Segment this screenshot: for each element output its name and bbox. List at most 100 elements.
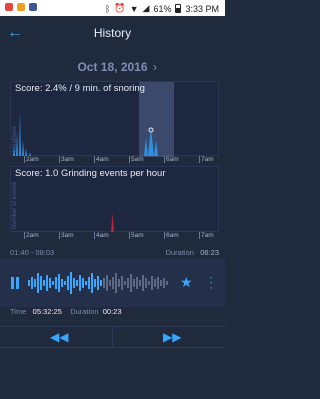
- wifi-icon: ▼: [129, 3, 139, 14]
- waveform-bar: [85, 281, 87, 285]
- waveform-bar: [151, 276, 153, 290]
- waveform-bar: [118, 279, 120, 287]
- tick: [164, 156, 165, 163]
- waveform-bar: [115, 273, 117, 293]
- waveform-bar: [154, 279, 156, 287]
- waveform-bar: [100, 280, 102, 286]
- waveform-bar: [91, 273, 93, 293]
- waveform-bar: [130, 274, 132, 292]
- waveform-bar: [49, 278, 51, 288]
- waveform-bar: [157, 277, 159, 289]
- waveform-bar: [55, 277, 57, 289]
- waveform-bar: [94, 279, 96, 287]
- waveform-bar: [148, 281, 150, 285]
- waveform-bar: [136, 277, 138, 289]
- waveform-bar: [133, 279, 135, 287]
- waveform-bar: [43, 280, 45, 286]
- next-button[interactable]: ▶▶: [113, 327, 225, 348]
- star-icon[interactable]: ★: [180, 274, 193, 291]
- tick: [129, 232, 130, 239]
- grinding-time-axis: 2am 3am 4am 5am 6am 7am: [10, 232, 219, 242]
- waveform-bar: [64, 281, 66, 285]
- tick-label: 2am: [26, 232, 39, 239]
- waveform-bar: [160, 280, 162, 286]
- selected-date[interactable]: Oct 18, 2016: [0, 60, 225, 74]
- tick-label: 6am: [166, 232, 179, 239]
- duration-value: 06:23: [200, 248, 219, 257]
- app-bar: ← History: [0, 16, 225, 50]
- snoring-chart[interactable]: Score: 2.4% / 9 min. of snoring Loudness: [10, 81, 219, 157]
- tick: [199, 232, 200, 239]
- tick-label: 5am: [131, 156, 144, 163]
- tick: [164, 232, 165, 239]
- status-bar: ᛒ ⏰ ▼ ◢ 61% 3:33 PM: [0, 0, 225, 16]
- tick: [59, 232, 60, 239]
- more-vert-icon[interactable]: · · ·: [208, 271, 214, 293]
- date-selector: Oct 18, 2016 ›: [0, 55, 225, 79]
- waveform-bar: [67, 276, 69, 290]
- waveform-bar: [34, 279, 36, 287]
- snoring-peak: [22, 140, 24, 156]
- bluetooth-icon: ᛒ: [104, 3, 111, 14]
- clip-duration-label: Duration: [70, 307, 99, 316]
- battery-icon: [175, 4, 182, 13]
- waveform-bar: [139, 280, 141, 286]
- waveform-bar: [76, 280, 78, 286]
- waveform-bar: [112, 277, 114, 289]
- waveform-bar: [163, 278, 165, 288]
- tick-label: 3am: [61, 232, 74, 239]
- tick-label: 7am: [201, 232, 214, 239]
- time-value: 05:32:25: [32, 307, 62, 316]
- tick: [129, 156, 130, 163]
- navigation-buttons: ◀◀ ▶▶: [0, 326, 225, 348]
- snoring-time-axis: 2am 3am 4am 5am 6am 7am: [10, 156, 219, 166]
- grinding-chart[interactable]: Score: 1.0 Grinding events per hour Numb…: [10, 166, 219, 232]
- tick: [199, 156, 200, 163]
- time-range: 01:40 - 08:03: [10, 248, 55, 257]
- tick-label: 4am: [96, 232, 109, 239]
- tick-label: 6am: [166, 156, 179, 163]
- app-icon-1: [5, 3, 13, 11]
- waveform-bar: [88, 277, 90, 289]
- waveform-bar: [46, 275, 48, 291]
- tick: [94, 232, 95, 239]
- fast-forward-icon: ▶▶: [163, 330, 182, 344]
- recording-range: 01:40 - 08:03 Duration 06:23: [10, 248, 219, 257]
- clip-duration-value: 00:23: [102, 307, 122, 316]
- tick: [24, 156, 25, 163]
- audio-player: ★ · · ·: [0, 259, 225, 307]
- status-bar-left: [5, 3, 37, 11]
- status-bar-right: ᛒ ⏰ ▼ ◢ 61% 3:33 PM: [105, 3, 219, 14]
- pause-icon[interactable]: [10, 277, 20, 289]
- waveform-bar: [109, 280, 111, 286]
- tick-label: 2am: [26, 156, 39, 163]
- tick: [24, 232, 25, 239]
- tick-label: 3am: [61, 156, 74, 163]
- waveform[interactable]: [26, 259, 176, 307]
- alarm-icon: ⏰: [114, 3, 126, 13]
- snoring-peak: [144, 138, 148, 156]
- waveform-bar: [52, 281, 54, 285]
- snoring-score: Score: 2.4% / 9 min. of snoring: [15, 83, 145, 94]
- grinding-event: [111, 213, 114, 232]
- snoring-peak: [25, 148, 27, 156]
- waveform-bar: [82, 278, 84, 288]
- battery-percent: 61%: [153, 3, 172, 14]
- snoring-y-label: Loudness: [12, 125, 18, 152]
- waveform-bar: [103, 278, 105, 288]
- grinding-y-label: Number of events: [12, 181, 18, 229]
- waveform-bar: [70, 272, 72, 294]
- app-icon-3: [29, 3, 37, 11]
- waveform-bar: [106, 275, 108, 291]
- waveform-bar: [145, 278, 147, 288]
- page-title: History: [93, 26, 132, 40]
- snoring-peak: [154, 140, 158, 156]
- previous-button[interactable]: ◀◀: [0, 327, 112, 348]
- waveform-bar: [58, 274, 60, 292]
- chevron-right-icon[interactable]: ›: [153, 60, 157, 74]
- waveform-bar: [40, 276, 42, 290]
- duration-label: Duration: [165, 248, 194, 257]
- rewind-icon: ◀◀: [50, 330, 69, 344]
- tick: [94, 156, 95, 163]
- snoring-peak: [19, 112, 21, 156]
